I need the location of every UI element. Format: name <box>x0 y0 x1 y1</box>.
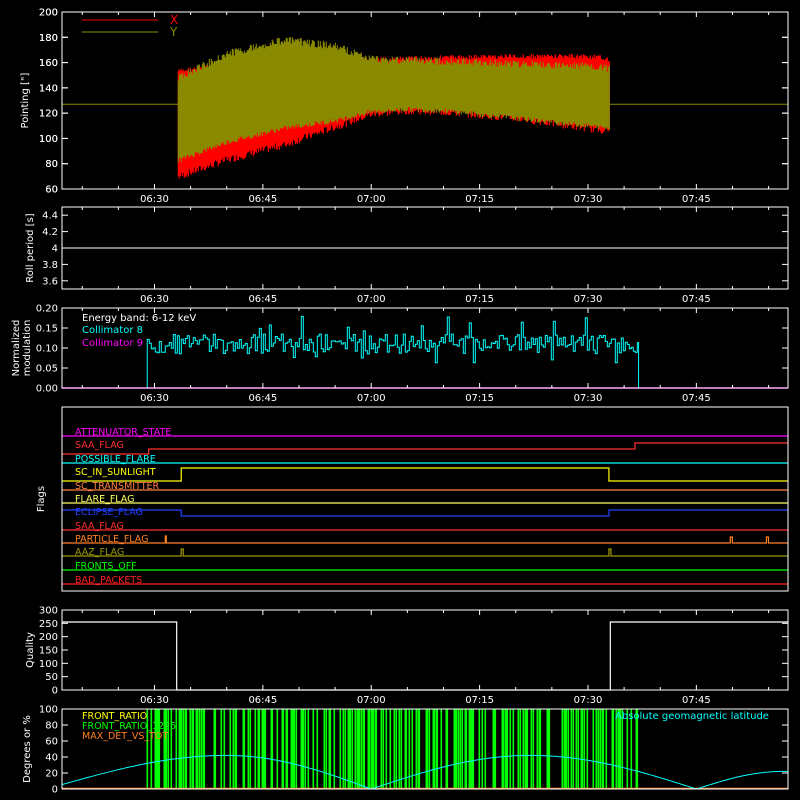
flag-label-sc-transmitter: SC_TRANSMITTER <box>75 481 160 492</box>
y-tick-label: 0.05 <box>36 364 58 375</box>
x-tick-label: 07:45 <box>682 695 711 706</box>
y-tick-label: 60 <box>45 737 58 748</box>
y-tick-label: 80 <box>45 159 58 170</box>
x-tick-label: 07:30 <box>574 695 603 706</box>
x-tick-label: 06:45 <box>248 294 277 305</box>
x-tick-label: 06:30 <box>140 695 169 706</box>
y-tick-label: 0.15 <box>36 324 58 335</box>
x-tick-label: 07:00 <box>357 393 386 404</box>
legend-label-max-det-vs-tot: MAX_DET_VS_TOT <box>82 731 168 742</box>
flag-label-sc-in-sunlight: SC_IN_SUNLIGHT <box>75 467 156 478</box>
x-tick-label: 06:45 <box>248 393 277 404</box>
flag-label-attenuator-state: ATTENUATOR_STATE <box>75 427 171 438</box>
y-tick-label: 100 <box>39 659 58 670</box>
x-tick-label: 07:00 <box>357 194 386 205</box>
flag-lines <box>62 435 788 585</box>
flag-label-flare-flag: FLARE_FLAG <box>75 494 135 505</box>
flag-line-saa-flag <box>62 442 788 455</box>
y-tick-label: 180 <box>39 33 58 44</box>
legend-label-y: Y <box>169 25 178 39</box>
x-tick-label: 06:30 <box>140 194 169 205</box>
flag-line-sc-in-sunlight <box>62 467 788 482</box>
y-tick-label: 300 <box>39 606 58 617</box>
y-tick-label: 140 <box>39 83 58 94</box>
x-tick-label: 07:45 <box>682 194 711 205</box>
y-tick-label: 120 <box>39 109 58 120</box>
y-tick-label: 4.4 <box>42 211 58 222</box>
flag-label-bad-packets: BAD_PACKETS <box>75 575 142 586</box>
x-tick-label: 07:15 <box>465 393 494 404</box>
y-tick-label: 3.8 <box>42 260 58 271</box>
geomagnetic-ylabel: Degrees or % <box>22 715 33 783</box>
y-tick-label: 4.2 <box>42 227 58 238</box>
flag-line-eclipse-flag <box>62 509 788 517</box>
x-tick-label: 07:15 <box>465 194 494 205</box>
x-tick-label: 07:15 <box>465 695 494 706</box>
y-tick-label: 0 <box>52 785 58 796</box>
x-tick-label: 06:45 <box>248 194 277 205</box>
geomagnetic-latitude-annotation: Absolute geomagnetic latitude <box>615 711 769 722</box>
flag-label-saa-flag: SAA_FLAG <box>75 440 124 451</box>
y-tick-label: 100 <box>39 705 58 716</box>
y-tick-label: 40 <box>45 753 58 764</box>
x-tick-label: 07:45 <box>682 294 711 305</box>
front-ratio-1225-bars <box>146 709 639 789</box>
y-tick-label: 0.00 <box>36 384 58 395</box>
flags-ylabel: Flags <box>36 486 47 512</box>
y-tick-label: 3.6 <box>42 276 58 287</box>
x-tick-label: 07:45 <box>682 393 711 404</box>
flag-label-saa-flag: SAA_FLAG <box>75 521 124 532</box>
y-tick-label: 0.10 <box>36 344 58 355</box>
y-tick-label: 20 <box>45 769 58 780</box>
y-tick-label: 0.20 <box>36 304 58 315</box>
x-tick-label: 07:30 <box>574 294 603 305</box>
flag-label-eclipse-flag: ECLIPSE_FLAG <box>75 507 143 518</box>
x-tick-label: 07:15 <box>465 294 494 305</box>
y-tick-label: 160 <box>39 58 58 69</box>
y-tick-label: 50 <box>45 672 58 683</box>
flag-label-particle-flag: PARTICLE_FLAG <box>75 534 148 545</box>
flag-label-fronts-off: FRONTS_OFF <box>75 561 137 572</box>
x-tick-label: 07:30 <box>574 393 603 404</box>
flag-label-possible-flare: POSSIBLE_FLARE <box>75 454 156 465</box>
y-tick-label: 200 <box>39 8 58 19</box>
figure: 6080100120140160180200608010012014016018… <box>11 8 789 796</box>
x-tick-label: 06:45 <box>248 695 277 706</box>
modulation-ylabel: Normalizedmodulation <box>11 320 33 377</box>
energy-band-annotation: Energy band: 6-12 keV <box>82 313 196 324</box>
legend-label-collimator-9: Collimator 9 <box>82 338 143 349</box>
pointing-ylabel: Pointing ["] <box>20 72 31 128</box>
y-tick-label: 0 <box>52 686 58 697</box>
x-tick-label: 07:30 <box>574 194 603 205</box>
x-tick-label: 06:30 <box>140 294 169 305</box>
y-tick-label: 150 <box>39 646 58 657</box>
x-tick-label: 06:30 <box>140 393 169 404</box>
flag-line-aaz-flag <box>62 548 788 557</box>
y-tick-label: 80 <box>45 721 58 732</box>
y-tick-label: 200 <box>39 632 58 643</box>
legend-label-collimator-8: Collimator 8 <box>82 325 143 336</box>
y-tick-label: 4 <box>52 244 58 255</box>
flag-line-particle-flag <box>62 535 788 544</box>
flag-label-aaz-flag: AAZ_FLAG <box>75 547 124 558</box>
quality-ylabel: Quality <box>25 632 36 668</box>
y-tick-label: 60 <box>45 185 58 196</box>
roll-period-ylabel: Roll period [s] <box>25 213 36 282</box>
y-tick-label: 100 <box>39 134 58 145</box>
x-tick-label: 07:00 <box>357 294 386 305</box>
quality-line <box>62 621 788 691</box>
y-tick-label: 250 <box>39 619 58 630</box>
pointing-series <box>177 37 610 179</box>
x-tick-label: 07:00 <box>357 695 386 706</box>
collimator-8-line <box>146 315 640 388</box>
